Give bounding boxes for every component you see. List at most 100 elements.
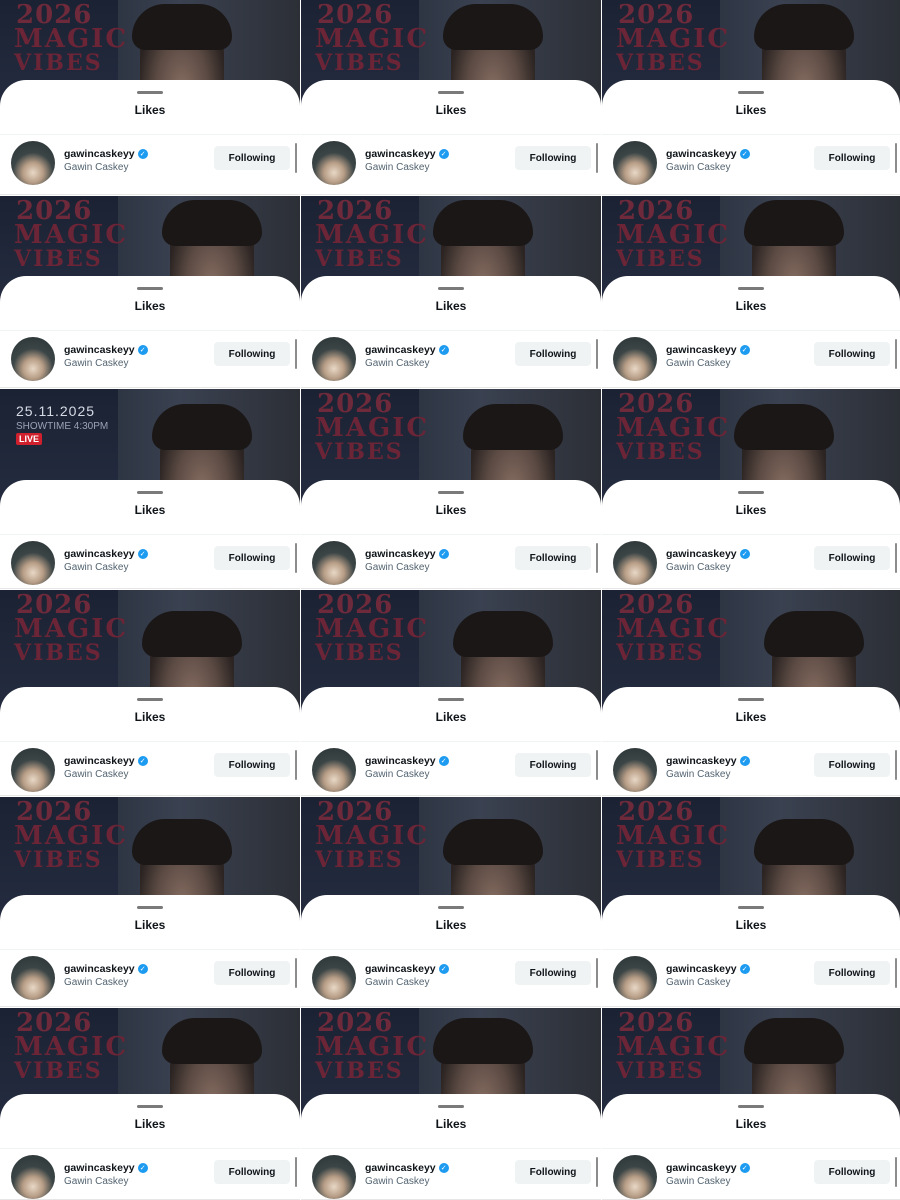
username[interactable]: gawincaskeyy	[64, 148, 135, 160]
avatar[interactable]	[312, 956, 356, 1000]
scrollbar[interactable]	[895, 750, 897, 780]
following-button[interactable]: Following	[814, 961, 890, 985]
scrollbar[interactable]	[596, 958, 598, 988]
liker-row[interactable]: gawincaskeyy ✓ Gawin Caskey Following	[0, 135, 300, 195]
sheet-grabber[interactable]	[137, 698, 163, 701]
username[interactable]: gawincaskeyy	[365, 548, 436, 560]
following-button[interactable]: Following	[814, 342, 890, 366]
sheet-grabber[interactable]	[738, 698, 764, 701]
username[interactable]: gawincaskeyy	[666, 344, 737, 356]
following-button[interactable]: Following	[814, 146, 890, 170]
following-button[interactable]: Following	[515, 146, 591, 170]
scrollbar[interactable]	[596, 543, 598, 573]
scrollbar[interactable]	[295, 143, 297, 173]
sheet-grabber[interactable]	[137, 491, 163, 494]
sheet-grabber[interactable]	[438, 906, 464, 909]
liker-row[interactable]: gawincaskeyy ✓ Gawin Caskey Following	[301, 950, 601, 1007]
username[interactable]: gawincaskeyy	[64, 548, 135, 560]
following-button[interactable]: Following	[214, 961, 290, 985]
avatar[interactable]	[613, 541, 657, 585]
avatar[interactable]	[613, 141, 657, 185]
following-button[interactable]: Following	[814, 753, 890, 777]
avatar[interactable]	[312, 337, 356, 381]
sheet-grabber[interactable]	[738, 91, 764, 94]
username[interactable]: gawincaskeyy	[666, 755, 737, 767]
sheet-grabber[interactable]	[438, 698, 464, 701]
scrollbar[interactable]	[295, 543, 297, 573]
avatar[interactable]	[11, 748, 55, 792]
sheet-grabber[interactable]	[438, 491, 464, 494]
liker-row[interactable]: gawincaskeyy ✓ Gawin Caskey Following	[301, 331, 601, 388]
avatar[interactable]	[11, 337, 55, 381]
sheet-grabber[interactable]	[137, 1105, 163, 1108]
following-button[interactable]: Following	[515, 1160, 591, 1184]
liker-row[interactable]: gawincaskeyy ✓ Gawin Caskey Following	[0, 950, 300, 1007]
username[interactable]: gawincaskeyy	[666, 548, 737, 560]
following-button[interactable]: Following	[814, 1160, 890, 1184]
scrollbar[interactable]	[596, 339, 598, 369]
liker-row[interactable]: gawincaskeyy ✓ Gawin Caskey Following	[602, 742, 900, 796]
following-button[interactable]: Following	[515, 961, 591, 985]
username[interactable]: gawincaskeyy	[666, 963, 737, 975]
avatar[interactable]	[11, 141, 55, 185]
username[interactable]: gawincaskeyy	[666, 148, 737, 160]
scrollbar[interactable]	[295, 750, 297, 780]
following-button[interactable]: Following	[214, 342, 290, 366]
avatar[interactable]	[613, 956, 657, 1000]
avatar[interactable]	[312, 141, 356, 185]
avatar[interactable]	[11, 956, 55, 1000]
sheet-grabber[interactable]	[738, 906, 764, 909]
avatar[interactable]	[613, 1155, 657, 1199]
sheet-grabber[interactable]	[438, 287, 464, 290]
scrollbar[interactable]	[295, 339, 297, 369]
liker-row[interactable]: gawincaskeyy ✓ Gawin Caskey Following	[0, 1149, 300, 1200]
liker-row[interactable]: gawincaskeyy ✓ Gawin Caskey Following	[301, 535, 601, 589]
avatar[interactable]	[312, 1155, 356, 1199]
sheet-grabber[interactable]	[137, 287, 163, 290]
username[interactable]: gawincaskeyy	[365, 755, 436, 767]
sheet-grabber[interactable]	[738, 1105, 764, 1108]
avatar[interactable]	[613, 748, 657, 792]
scrollbar[interactable]	[596, 750, 598, 780]
avatar[interactable]	[11, 1155, 55, 1199]
avatar[interactable]	[312, 541, 356, 585]
sheet-grabber[interactable]	[438, 1105, 464, 1108]
scrollbar[interactable]	[295, 958, 297, 988]
liker-row[interactable]: gawincaskeyy ✓ Gawin Caskey Following	[301, 1149, 601, 1200]
sheet-grabber[interactable]	[137, 906, 163, 909]
following-button[interactable]: Following	[214, 546, 290, 570]
following-button[interactable]: Following	[214, 146, 290, 170]
liker-row[interactable]: gawincaskeyy ✓ Gawin Caskey Following	[0, 742, 300, 796]
username[interactable]: gawincaskeyy	[64, 963, 135, 975]
avatar[interactable]	[312, 748, 356, 792]
username[interactable]: gawincaskeyy	[365, 963, 436, 975]
scrollbar[interactable]	[895, 1157, 897, 1187]
following-button[interactable]: Following	[814, 546, 890, 570]
username[interactable]: gawincaskeyy	[365, 1162, 436, 1174]
liker-row[interactable]: gawincaskeyy ✓ Gawin Caskey Following	[602, 331, 900, 388]
liker-row[interactable]: gawincaskeyy ✓ Gawin Caskey Following	[602, 950, 900, 1007]
username[interactable]: gawincaskeyy	[64, 755, 135, 767]
scrollbar[interactable]	[596, 143, 598, 173]
liker-row[interactable]: gawincaskeyy ✓ Gawin Caskey Following	[602, 1149, 900, 1200]
scrollbar[interactable]	[295, 1157, 297, 1187]
username[interactable]: gawincaskeyy	[64, 1162, 135, 1174]
username[interactable]: gawincaskeyy	[666, 1162, 737, 1174]
following-button[interactable]: Following	[515, 546, 591, 570]
sheet-grabber[interactable]	[738, 287, 764, 290]
scrollbar[interactable]	[895, 339, 897, 369]
following-button[interactable]: Following	[515, 342, 591, 366]
username[interactable]: gawincaskeyy	[64, 344, 135, 356]
sheet-grabber[interactable]	[438, 91, 464, 94]
avatar[interactable]	[11, 541, 55, 585]
following-button[interactable]: Following	[515, 753, 591, 777]
avatar[interactable]	[613, 337, 657, 381]
scrollbar[interactable]	[895, 543, 897, 573]
following-button[interactable]: Following	[214, 753, 290, 777]
scrollbar[interactable]	[895, 958, 897, 988]
username[interactable]: gawincaskeyy	[365, 148, 436, 160]
scrollbar[interactable]	[596, 1157, 598, 1187]
liker-row[interactable]: gawincaskeyy ✓ Gawin Caskey Following	[301, 135, 601, 195]
liker-row[interactable]: gawincaskeyy ✓ Gawin Caskey Following	[602, 135, 900, 195]
liker-row[interactable]: gawincaskeyy ✓ Gawin Caskey Following	[301, 742, 601, 796]
